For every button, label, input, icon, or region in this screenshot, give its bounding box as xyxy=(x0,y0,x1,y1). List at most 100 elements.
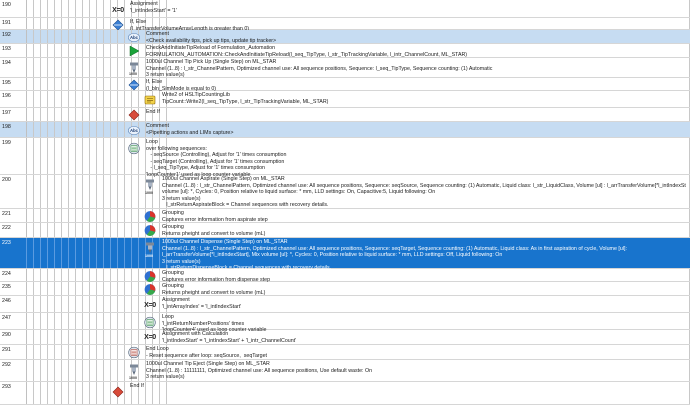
indent-gutter-cell xyxy=(111,282,118,295)
indent-gutter-cell xyxy=(62,58,69,77)
indent-gutter-cell xyxy=(69,238,76,268)
step-description: Comment <Pipetting actions and LIMs captu… xyxy=(146,123,686,136)
step-row[interactable]: 200 1000 1000ul Channel Aspirate (Single S… xyxy=(0,175,690,209)
indent-gutter-cell xyxy=(83,108,90,121)
indent-gutter-cell xyxy=(34,330,41,344)
step-row[interactable]: 221 Grouping Captures error information fr… xyxy=(0,209,690,223)
indent-gutter-cell xyxy=(34,223,41,237)
step-title: 1000ul Channel Tip Pick Up (Single Step)… xyxy=(146,59,277,65)
step-row[interactable]: 292 1000 1000ul Channel Tip Eject (Single … xyxy=(0,360,690,382)
indent-gutter-cell xyxy=(41,209,48,222)
step-detail-line: Channel (1..8) : l_str_ChannelPattern, O… xyxy=(146,65,493,72)
indent-gutter-cell xyxy=(139,345,146,359)
step-row[interactable]: 198 Abc Comment <Pipetting actions and LIMs… xyxy=(0,122,690,138)
indent-gutter-cell xyxy=(76,58,83,77)
step-title: If, Else xyxy=(130,19,147,25)
step-row[interactable]: 199 Loop over following sequences: - seqSo… xyxy=(0,138,690,178)
indent-gutter-cell xyxy=(76,282,83,295)
step-row[interactable]: 194 1000 1000ul Channel Tip Pick Up (Singl… xyxy=(0,58,690,78)
step-detail-line: l_arrTransferVolume[*l_intIndexStart], M… xyxy=(162,252,503,259)
line-number: 193 xyxy=(0,44,27,57)
comment-abc-icon: Abc xyxy=(128,124,140,136)
indent-gutter-cell xyxy=(97,345,104,359)
indent-gutter-cell xyxy=(118,223,125,237)
indent-gutter-cell xyxy=(41,78,48,90)
indent-gutter-cell xyxy=(69,282,76,295)
step-row[interactable]: 290 X=0 Assignment with Calculation'l_intI… xyxy=(0,330,690,345)
step-description: Assignment with Calculation'l_intIndexSt… xyxy=(162,331,686,344)
step-row[interactable]: 235 Grouping Returns pheight and convert t… xyxy=(0,282,690,296)
indent-gutter-cell xyxy=(132,238,139,268)
step-row[interactable]: 291 End Loop - Reset sequence after loop: … xyxy=(0,345,690,360)
step-row[interactable]: 196 Write2 of HSLTipCountingLib TipCount::… xyxy=(0,91,690,108)
step-row[interactable]: 224 Grouping Captures error information fr… xyxy=(0,269,690,283)
step-row[interactable]: 246 X=0 Assignment'l_intArrayIndex' = 'l_i… xyxy=(0,296,690,313)
step-row[interactable]: 293 End If xyxy=(0,382,690,405)
indent-gutter-cell xyxy=(76,382,83,404)
step-row[interactable]: 190 X=0 Assignment'l_intIndexStart' = '1' xyxy=(0,0,690,18)
indent-gutter-cell xyxy=(83,209,90,222)
indent-gutter-cell xyxy=(34,175,41,208)
indent-gutter-cell xyxy=(34,91,41,107)
indent-gutter-cell xyxy=(111,209,118,222)
indent-gutter-cell xyxy=(27,44,34,57)
step-title: Assignment with Calculation xyxy=(162,331,229,337)
line-number: 199 xyxy=(0,138,27,174)
indent-gutter-cell xyxy=(62,138,69,174)
step-description: End Loop - Reset sequence after loop: seq… xyxy=(146,346,686,359)
channel-1000-icon xyxy=(144,179,156,191)
indent-gutter-cell xyxy=(111,296,118,312)
indent-gutter-cell xyxy=(69,330,76,344)
indent-gutter-cell xyxy=(76,330,83,344)
indent-gutter-cell xyxy=(55,345,62,359)
step-row[interactable]: 192 Abc Comment <Check availability tips, p… xyxy=(0,30,690,44)
indent-gutter-cell xyxy=(104,30,111,43)
indent-gutter-cell xyxy=(139,58,146,77)
step-detail-line: - l_seq_TipType, Adjust for '1' times co… xyxy=(146,165,266,172)
indent-gutter-cell xyxy=(83,345,90,359)
indent-gutter-cell xyxy=(62,330,69,344)
step-row[interactable]: 222 Grouping Returns pheight and convert t… xyxy=(0,223,690,238)
indent-gutter-cell xyxy=(62,238,69,268)
indent-gutter-cell xyxy=(55,209,62,222)
line-number: 200 xyxy=(0,175,27,208)
indent-gutter-cell xyxy=(34,382,41,404)
indent-gutter-cell xyxy=(118,30,125,43)
step-row[interactable]: 193 CheckAndInitiateTipReload of Formulat… xyxy=(0,44,690,58)
step-row[interactable]: 195 If, Else (l_bln_SimMode is equal to 0) xyxy=(0,78,690,92)
indent-gutter-cell xyxy=(27,269,34,281)
indent-gutter-cell xyxy=(69,58,76,77)
indent-gutter-cell xyxy=(41,282,48,295)
step-detail-line: - Reset sequence after loop: seqSource, … xyxy=(146,352,268,359)
indent-gutter-cell xyxy=(118,44,125,57)
indent-gutter-cell xyxy=(41,18,48,29)
step-description: Grouping Captures error information from … xyxy=(162,210,686,223)
indent-gutter-cell xyxy=(62,18,69,29)
step-title: End If xyxy=(130,383,144,389)
step-row[interactable]: 247 Loop'l_intReturnNumberPositions' time… xyxy=(0,313,690,333)
indent-gutter-cell xyxy=(69,108,76,121)
step-row[interactable]: 223 1000 1000ul Channel Dispense (Single S… xyxy=(0,238,690,271)
indent-gutter-cell xyxy=(97,360,104,381)
step-detail-line: Channel (1..8) : 11111111, Optimized cha… xyxy=(146,367,373,374)
line-number: 195 xyxy=(0,78,27,90)
step-row[interactable]: 191 If, Else (l_intTransferVolumeArrayLeng… xyxy=(0,18,690,32)
indent-gutter-cell xyxy=(48,238,55,268)
indent-gutter-cell xyxy=(34,58,41,77)
indent-gutter-cell xyxy=(111,360,118,381)
indent-gutter-cell xyxy=(69,91,76,107)
indent-gutter-cell xyxy=(55,122,62,137)
indent-gutter-cell xyxy=(104,360,111,381)
indent-gutter-cell xyxy=(55,282,62,295)
step-description: CheckAndInitiateTipReload of Formulation… xyxy=(146,45,686,58)
indent-gutter-cell xyxy=(41,30,48,43)
indent-gutter-cell xyxy=(55,238,62,268)
indent-gutter-cell xyxy=(104,108,111,121)
indent-gutter-cell xyxy=(83,138,90,174)
step-row[interactable]: 197 End If xyxy=(0,108,690,122)
step-title: Loop xyxy=(162,314,174,320)
indent-gutter-cell xyxy=(104,223,111,237)
indent-gutter-cell xyxy=(48,44,55,57)
indent-gutter-cell xyxy=(97,138,104,174)
indent-gutter-cell xyxy=(41,296,48,312)
